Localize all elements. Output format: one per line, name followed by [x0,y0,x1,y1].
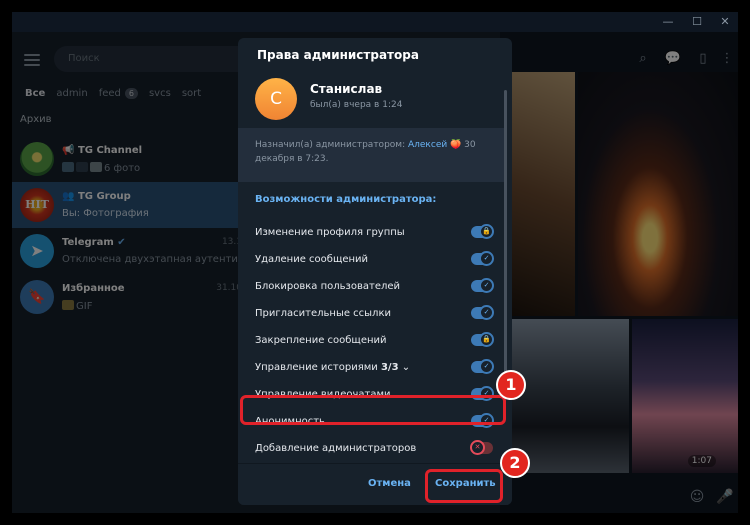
permission-pin-messages[interactable]: Закрепление сообщений 🔒 [255,332,495,352]
callout-badge-2: 2 [500,448,530,478]
toggle-switch[interactable]: ✓ [471,278,494,293]
toggle-switch[interactable]: ✓ [471,251,494,266]
permission-delete-messages[interactable]: Удаление сообщений ✓ [255,251,495,271]
minimize-icon[interactable]: — [660,14,676,30]
toggle-switch[interactable]: ✓ [471,305,494,320]
close-window-icon[interactable]: ✕ [717,14,733,30]
maximize-icon[interactable]: ☐ [689,14,705,30]
toggle-switch[interactable]: 🔒 [471,332,494,347]
permission-add-admins[interactable]: Добавление администраторов ✕ [255,440,495,460]
callout-badge-1: 1 [496,370,526,400]
assigned-info: Назначил(а) администратором: Алексей 🍑 3… [238,128,504,182]
highlight-anonymous [240,395,506,425]
telegram-window: — ☐ ✕ Поиск Все admin feed6 svcs sort Ар… [12,12,738,513]
scrollbar[interactable] [504,90,507,390]
permission-manage-stories[interactable]: Управление историями 3/3 ⌄ ✓ [255,359,495,379]
check-icon: ✓ [479,278,494,293]
check-icon: ✓ [479,359,494,374]
toggle-switch[interactable]: ✕ [470,440,493,455]
toggle-switch[interactable]: ✓ [471,359,494,374]
section-title: Возможности администратора: [255,194,437,205]
lock-icon: 🔒 [479,224,494,239]
check-icon: ✓ [479,251,494,266]
toggle-switch[interactable]: 🔒 [471,224,494,239]
peach-emoji-icon: 🍑 [450,140,462,150]
cancel-button[interactable]: Отмена [368,478,411,489]
user-status: был(а) вчера в 1:24 [310,100,403,110]
title-bar: — ☐ ✕ [12,12,738,32]
user-name: Станислав [310,82,383,96]
lock-icon: 🔒 [479,332,494,347]
chevron-down-icon[interactable]: ⌄ [402,362,410,373]
highlight-save [425,469,503,503]
admin-rights-dialog: Права администратора С Станислав был(а) … [238,38,512,505]
assigned-by-link[interactable]: Алексей [408,140,447,150]
dialog-title: Права администратора [257,48,419,62]
permission-ban-users[interactable]: Блокировка пользователей ✓ [255,278,495,298]
permission-change-group-info[interactable]: Изменение профиля группы 🔒 [255,224,495,244]
stories-count: 3/3 [380,362,399,373]
close-icon: ✕ [470,440,485,455]
check-icon: ✓ [479,305,494,320]
user-avatar: С [255,78,297,120]
permission-invite-links[interactable]: Пригласительные ссылки ✓ [255,305,495,325]
